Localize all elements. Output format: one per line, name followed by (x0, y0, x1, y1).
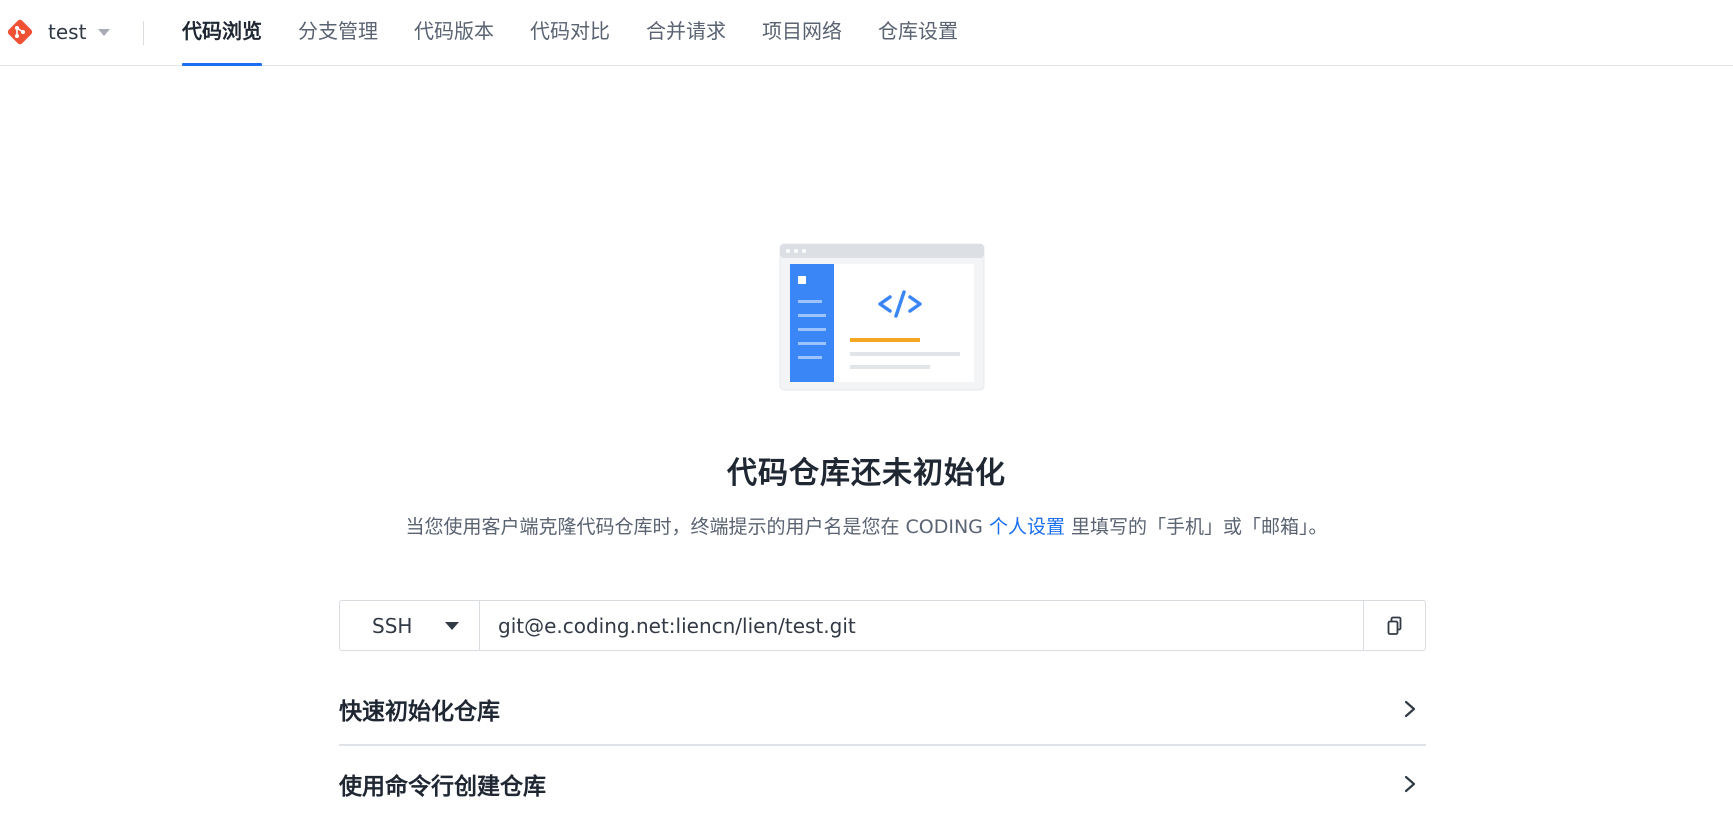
quick-init-title: 快速初始化仓库 (339, 699, 500, 725)
tab-code-browse[interactable]: 代码浏览 (182, 0, 262, 66)
copy-icon (1387, 616, 1401, 635)
personal-settings-link[interactable]: 个人设置 (989, 516, 1065, 538)
cli-create-title: 使用命令行创建仓库 (339, 774, 546, 800)
top-navigation-bar: test 代码浏览 分支管理 代码版本 代码对比 合并请求 项目网络 仓库设置 (0, 0, 1733, 66)
tab-branches[interactable]: 分支管理 (298, 0, 378, 66)
caret-down-icon (445, 622, 459, 630)
tab-commits[interactable]: 代码版本 (414, 0, 494, 66)
cli-create-section[interactable]: 使用命令行创建仓库 (339, 748, 1426, 820)
tab-merge-requests[interactable]: 合并请求 (646, 0, 726, 66)
git-logo-icon (7, 19, 33, 45)
repo-tabs: 代码浏览 分支管理 代码版本 代码对比 合并请求 项目网络 仓库设置 (182, 0, 994, 66)
quick-init-section[interactable]: 快速初始化仓库 (339, 674, 1426, 746)
nav-divider (143, 21, 144, 45)
protocol-label: SSH (372, 613, 413, 638)
empty-state-title: 代码仓库还未初始化 (727, 456, 1006, 491)
empty-repo-illustration (779, 243, 985, 391)
copy-url-button[interactable] (1363, 601, 1425, 650)
clone-url-input[interactable] (480, 601, 1363, 650)
tab-compare[interactable]: 代码对比 (530, 0, 610, 66)
repo-switcher[interactable]: test (6, 14, 111, 50)
chevron-right-icon (1404, 775, 1416, 793)
description-text-after: 里填写的「手机」或「邮箱」。 (1064, 516, 1328, 538)
caret-down-icon (98, 28, 111, 36)
protocol-select[interactable]: SSH (340, 601, 480, 650)
empty-state-description: 当您使用客户端克隆代码仓库时，终端提示的用户名是您在 CODING 个人设置 里… (0, 512, 1733, 539)
description-text-before: 当您使用客户端克隆代码仓库时，终端提示的用户名是您在 CODING (405, 516, 989, 538)
clone-url-bar: SSH (339, 600, 1426, 651)
tab-repo-settings[interactable]: 仓库设置 (878, 0, 958, 66)
tab-network[interactable]: 项目网络 (762, 0, 842, 66)
repo-name: test (48, 20, 87, 44)
chevron-right-icon (1404, 700, 1416, 718)
